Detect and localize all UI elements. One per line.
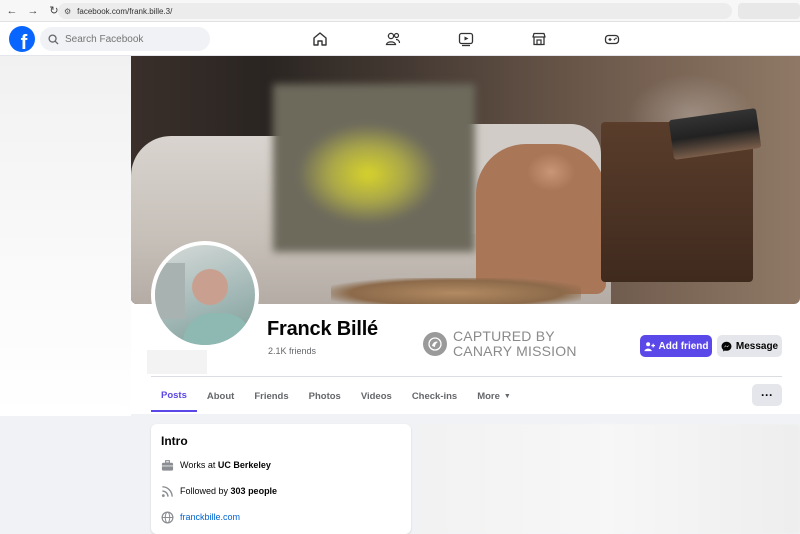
cover-blurred-region [273,84,475,252]
tab-photos[interactable]: Photos [299,380,351,412]
marketplace-icon[interactable] [530,30,548,48]
tabs-divider [151,376,782,377]
tab-friends[interactable]: Friends [244,380,298,412]
address-bar[interactable]: ⚙ facebook.com/frank.bille.3/ [58,3,732,19]
avatar-overlay [155,263,185,319]
video-icon[interactable] [457,30,475,48]
tab-label: Friends [254,390,289,402]
cover-person [476,144,606,294]
profile-tabs: Posts About Friends Photos Videos Check-… [151,380,521,414]
intro-title: Intro [161,434,188,448]
site-settings-icon[interactable]: ⚙ [64,7,71,16]
add-friend-label: Add friend [658,340,709,352]
intro-website: franckbille.com [160,510,240,524]
add-person-icon [643,341,655,351]
tab-videos[interactable]: Videos [351,380,402,412]
website-link[interactable]: franckbille.com [180,512,240,522]
watermark: CAPTURED BY CANARY MISSION [423,329,577,359]
search-input[interactable] [65,33,195,45]
tab-label: Videos [360,390,392,402]
tab-label: Check-ins [411,390,458,402]
forward-icon[interactable]: → [24,2,42,20]
tab-check-ins[interactable]: Check-ins [402,380,467,412]
followers-count[interactable]: 303 people [231,486,278,496]
intro-card: Intro Works at UC Berkeley Followed by 3… [151,424,411,534]
friends-count[interactable]: 2.1K friends [268,346,316,356]
logo-letter: f [20,32,28,52]
intro-followers: Followed by 303 people [160,484,277,498]
work-place[interactable]: UC Berkeley [218,460,271,470]
url-text: facebook.com/frank.bille.3/ [77,6,173,16]
gaming-icon[interactable] [603,30,621,48]
search-icon [48,33,59,45]
watermark-line2: CANARY MISSION [453,343,577,359]
profile-name: Franck Billé [267,318,378,340]
back-icon[interactable]: ← [3,2,21,20]
followers-prefix: Followed by [180,486,229,496]
cover-fur-blanket [331,278,581,304]
tab-more[interactable]: More ▼ [467,380,521,412]
messenger-icon [721,341,732,351]
tab-label: More [477,390,500,402]
extensions-area [738,3,800,19]
facebook-top-bar: f [0,22,800,56]
briefcase-icon [160,458,174,472]
tab-label: About [206,390,235,402]
home-icon[interactable] [311,30,329,48]
avatar-shirt [183,313,253,345]
left-gutter [0,56,131,416]
tab-label: Posts [161,389,187,401]
more-options-button[interactable]: ··· [752,384,782,406]
search-box[interactable] [40,27,210,51]
redacted-box [147,350,207,374]
friends-icon[interactable] [384,30,402,48]
facebook-logo[interactable]: f [9,26,35,52]
tab-posts[interactable]: Posts [151,380,197,412]
message-label: Message [735,340,779,352]
caret-down-icon: ▼ [503,392,511,400]
profile-page: Franck Billé 2.1K friends CAPTURED BY CA… [0,56,800,534]
watermark-text: CAPTURED BY CANARY MISSION [453,329,577,359]
watermark-line1: CAPTURED BY [453,328,555,344]
browser-toolbar: ← → ↻ ⚙ facebook.com/frank.bille.3/ [0,0,800,22]
canary-mission-logo-icon [423,332,447,356]
posts-feed-area [417,424,800,534]
add-friend-button[interactable]: Add friend [640,335,712,357]
work-prefix: Works at [180,460,216,470]
intro-work: Works at UC Berkeley [160,458,271,472]
tab-label: Photos [308,390,341,402]
rss-followers-icon [160,484,174,498]
tab-about[interactable]: About [197,380,244,412]
message-button[interactable]: Message [717,335,782,357]
globe-icon [160,510,174,524]
profile-picture[interactable] [151,241,259,349]
